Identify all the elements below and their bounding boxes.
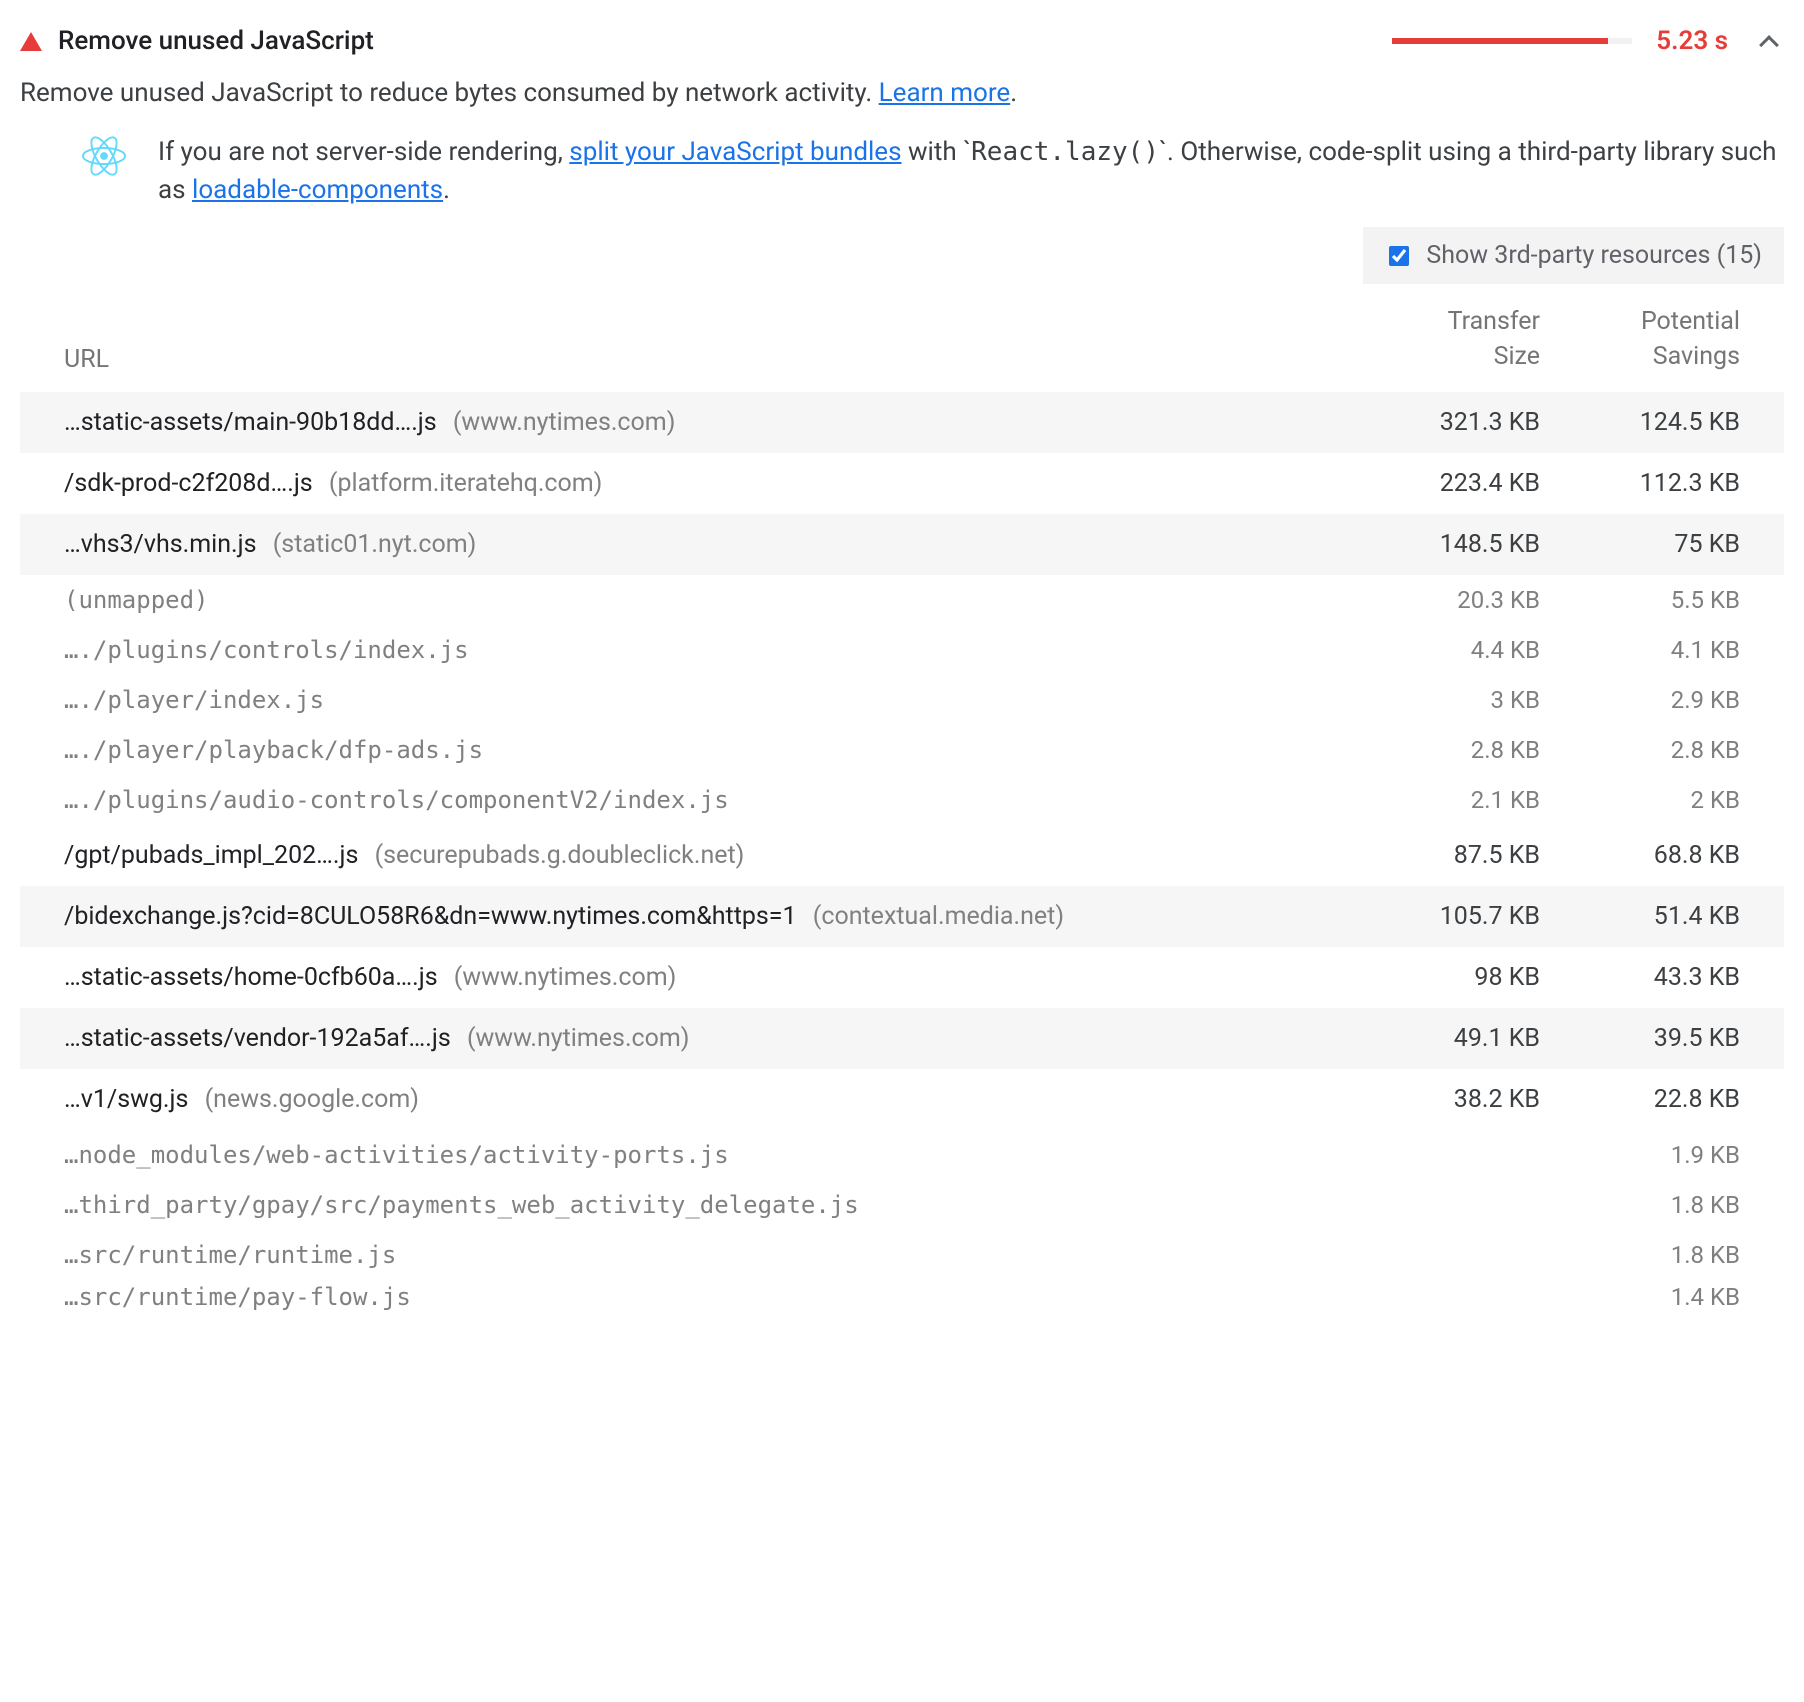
- row-size: 321.3 KB: [1340, 408, 1540, 437]
- row-url: …static-assets/vendor-192a5af….js (www.n…: [64, 1024, 1340, 1053]
- subrow-size: 2.8 KB: [1340, 736, 1540, 764]
- subrow-savings: 4.1 KB: [1540, 636, 1740, 664]
- table-subrow: …src/runtime/pay-flow.js 1.4 KB: [20, 1280, 1784, 1314]
- subrow-size: 20.3 KB: [1340, 586, 1540, 614]
- audit-duration: 5.23 s: [1656, 26, 1728, 56]
- table-header: URL TransferSize PotentialSavings: [20, 294, 1784, 392]
- subrow-savings: 1.8 KB: [1540, 1191, 1740, 1219]
- col-transfer-size: TransferSize: [1340, 304, 1540, 374]
- subrow-path: …./plugins/audio-controls/componentV2/in…: [64, 786, 1340, 814]
- row-savings: 22.8 KB: [1540, 1085, 1740, 1114]
- audit-title: Remove unused JavaScript: [58, 26, 1376, 56]
- table-row[interactable]: …static-assets/home-0cfb60a….js (www.nyt…: [20, 947, 1784, 1008]
- chevron-up-icon[interactable]: [1759, 35, 1779, 55]
- resources-table: URL TransferSize PotentialSavings …stati…: [20, 294, 1784, 1314]
- third-party-toggle[interactable]: Show 3rd-party resources (15): [1363, 227, 1784, 284]
- third-party-label: Show 3rd-party resources (15): [1426, 241, 1762, 270]
- row-savings: 68.8 KB: [1540, 841, 1740, 870]
- framework-tip: If you are not server-side rendering, sp…: [20, 134, 1784, 227]
- table-row[interactable]: …v1/swg.js (news.google.com)38.2 KB22.8 …: [20, 1069, 1784, 1130]
- table-row[interactable]: …vhs3/vhs.min.js (static01.nyt.com)148.5…: [20, 514, 1784, 575]
- load-bar: [1392, 38, 1632, 44]
- row-size: 87.5 KB: [1340, 841, 1540, 870]
- row-url: /gpt/pubads_impl_202….js (securepubads.g…: [64, 841, 1340, 870]
- subrow-path: …src/runtime/pay-flow.js: [64, 1283, 1340, 1311]
- subrow-size: 2.1 KB: [1340, 786, 1540, 814]
- table-subrow: …node_modules/web-activities/activity-po…: [20, 1130, 1784, 1180]
- row-origin: (contextual.media.net): [807, 902, 1064, 931]
- subrow-savings: 2 KB: [1540, 786, 1740, 814]
- audit-description: Remove unused JavaScript to reduce bytes…: [20, 78, 1784, 108]
- table-row[interactable]: …static-assets/vendor-192a5af….js (www.n…: [20, 1008, 1784, 1069]
- subrow-size: 3 KB: [1340, 686, 1540, 714]
- table-subrow: (unmapped)20.3 KB5.5 KB: [20, 575, 1784, 625]
- row-origin: (platform.iteratehq.com): [323, 469, 603, 498]
- row-savings: 112.3 KB: [1540, 469, 1740, 498]
- row-origin: (www.nytimes.com): [461, 1024, 690, 1053]
- subrow-path: …third_party/gpay/src/payments_web_activ…: [64, 1191, 1340, 1219]
- row-origin: (www.nytimes.com): [448, 963, 677, 992]
- audit-header[interactable]: Remove unused JavaScript 5.23 s: [20, 20, 1784, 70]
- table-row[interactable]: /bidexchange.js?cid=8CULO58R6&dn=www.nyt…: [20, 886, 1784, 947]
- tip-text: If you are not server-side rendering, sp…: [158, 134, 1784, 209]
- row-savings: 39.5 KB: [1540, 1024, 1740, 1053]
- subrow-size: 4.4 KB: [1340, 636, 1540, 664]
- subrow-savings: 1.4 KB: [1540, 1283, 1740, 1311]
- table-subrow: …./player/index.js3 KB2.9 KB: [20, 675, 1784, 725]
- react-icon: [82, 134, 126, 178]
- row-size: 98 KB: [1340, 963, 1540, 992]
- row-url: …v1/swg.js (news.google.com): [64, 1085, 1340, 1114]
- subrow-savings: 1.9 KB: [1540, 1141, 1740, 1169]
- subrow-path: …./plugins/controls/index.js: [64, 636, 1340, 664]
- loadable-components-link[interactable]: loadable-components: [192, 175, 443, 205]
- row-savings: 43.3 KB: [1540, 963, 1740, 992]
- row-origin: (news.google.com): [198, 1085, 419, 1114]
- row-url: /sdk-prod-c2f208d….js (platform.iterateh…: [64, 469, 1340, 498]
- row-size: 49.1 KB: [1340, 1024, 1540, 1053]
- split-bundles-link[interactable]: split your JavaScript bundles: [569, 137, 901, 167]
- col-potential-savings: PotentialSavings: [1540, 304, 1740, 374]
- subrow-savings: 5.5 KB: [1540, 586, 1740, 614]
- row-size: 105.7 KB: [1340, 902, 1540, 931]
- subrow-path: (unmapped): [64, 586, 1340, 614]
- warning-triangle-icon: [20, 32, 42, 51]
- row-savings: 51.4 KB: [1540, 902, 1740, 931]
- subrow-savings: 2.8 KB: [1540, 736, 1740, 764]
- subrow-savings: 2.9 KB: [1540, 686, 1740, 714]
- row-savings: 75 KB: [1540, 530, 1740, 559]
- table-subrow: …./plugins/controls/index.js4.4 KB4.1 KB: [20, 625, 1784, 675]
- row-url: …vhs3/vhs.min.js (static01.nyt.com): [64, 530, 1340, 559]
- subrow-path: …src/runtime/runtime.js: [64, 1241, 1340, 1269]
- table-subrow: …third_party/gpay/src/payments_web_activ…: [20, 1180, 1784, 1230]
- row-size: 148.5 KB: [1340, 530, 1540, 559]
- col-url: URL: [64, 345, 1340, 374]
- row-origin: (securepubads.g.doubleclick.net): [368, 841, 744, 870]
- table-row[interactable]: …static-assets/main-90b18dd….js (www.nyt…: [20, 392, 1784, 453]
- table-subrow: …./player/playback/dfp-ads.js2.8 KB2.8 K…: [20, 725, 1784, 775]
- row-size: 38.2 KB: [1340, 1085, 1540, 1114]
- table-row[interactable]: /gpt/pubads_impl_202….js (securepubads.g…: [20, 825, 1784, 886]
- table-subrow: …./plugins/audio-controls/componentV2/in…: [20, 775, 1784, 825]
- row-url: …static-assets/home-0cfb60a….js (www.nyt…: [64, 963, 1340, 992]
- row-url: /bidexchange.js?cid=8CULO58R6&dn=www.nyt…: [64, 902, 1340, 931]
- subrow-path: …./player/index.js: [64, 686, 1340, 714]
- subrow-path: …node_modules/web-activities/activity-po…: [64, 1141, 1340, 1169]
- learn-more-link[interactable]: Learn more: [879, 78, 1011, 108]
- row-savings: 124.5 KB: [1540, 408, 1740, 437]
- row-size: 223.4 KB: [1340, 469, 1540, 498]
- subrow-path: …./player/playback/dfp-ads.js: [64, 736, 1340, 764]
- row-origin: (www.nytimes.com): [447, 408, 676, 437]
- table-subrow: …src/runtime/runtime.js 1.8 KB: [20, 1230, 1784, 1280]
- subrow-savings: 1.8 KB: [1540, 1241, 1740, 1269]
- row-url: …static-assets/main-90b18dd….js (www.nyt…: [64, 408, 1340, 437]
- table-row[interactable]: /sdk-prod-c2f208d….js (platform.iterateh…: [20, 453, 1784, 514]
- third-party-checkbox[interactable]: [1389, 246, 1409, 266]
- row-origin: (static01.nyt.com): [267, 530, 477, 559]
